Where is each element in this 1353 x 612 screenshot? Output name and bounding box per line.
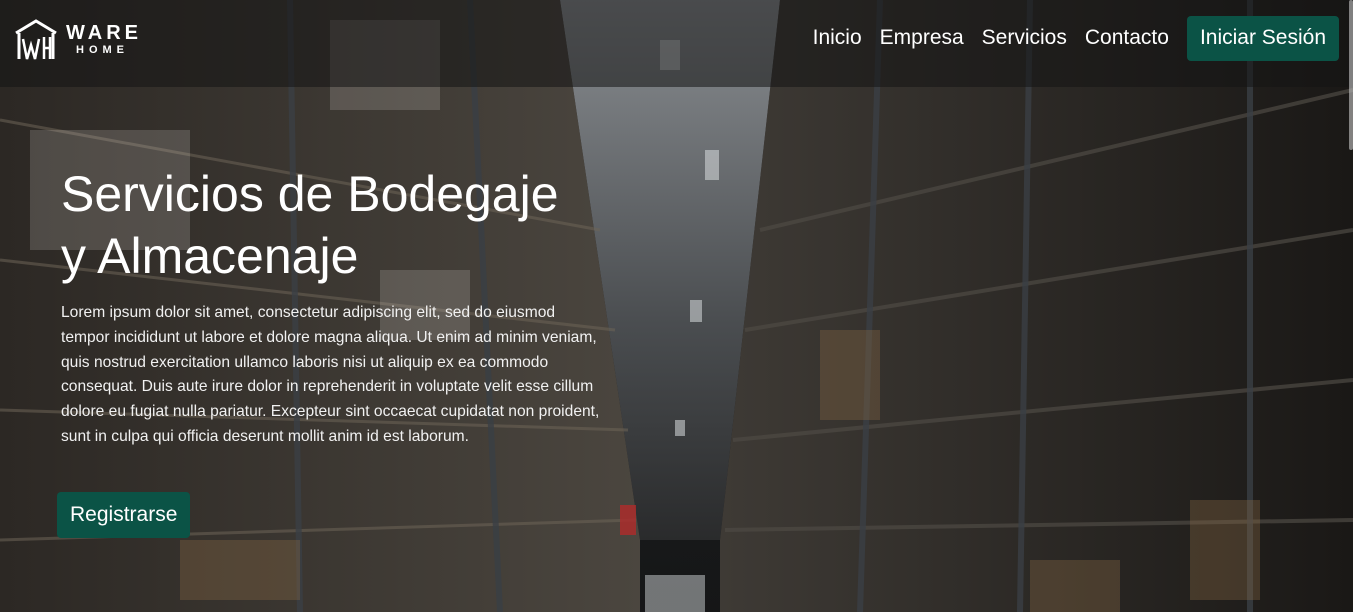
scrollbar[interactable] [1349, 0, 1353, 150]
hero-section: Servicios de Bodegaje y Almacenaje Lorem… [61, 163, 641, 450]
main-nav: Inicio Empresa Servicios Contacto Inicia… [813, 15, 1339, 61]
register-button[interactable]: Registrarse [57, 492, 191, 538]
nav-link-contacto[interactable]: Contacto [1085, 26, 1169, 50]
hero-title-line-2: y Almacenaje [61, 228, 359, 284]
navbar: WARE HOME Inicio Empresa Servicios Conta… [0, 0, 1353, 87]
warehouse-logo-icon [15, 19, 57, 60]
nav-link-inicio[interactable]: Inicio [813, 26, 862, 50]
logo-word-home: HOME [76, 43, 129, 56]
hero-description: Lorem ipsum dolor sit amet, consectetur … [61, 304, 600, 445]
logo[interactable]: WARE HOME [14, 16, 142, 62]
login-button[interactable]: Iniciar Sesión [1186, 15, 1339, 61]
hero-title-line-1: Servicios de Bodegaje [61, 166, 559, 222]
logo-word-ware: WARE [66, 21, 142, 44]
page: WARE HOME Inicio Empresa Servicios Conta… [0, 0, 1353, 612]
nav-link-servicios[interactable]: Servicios [982, 26, 1067, 50]
nav-link-empresa[interactable]: Empresa [880, 26, 964, 50]
hero-title: Servicios de Bodegaje y Almacenaje [61, 163, 641, 287]
